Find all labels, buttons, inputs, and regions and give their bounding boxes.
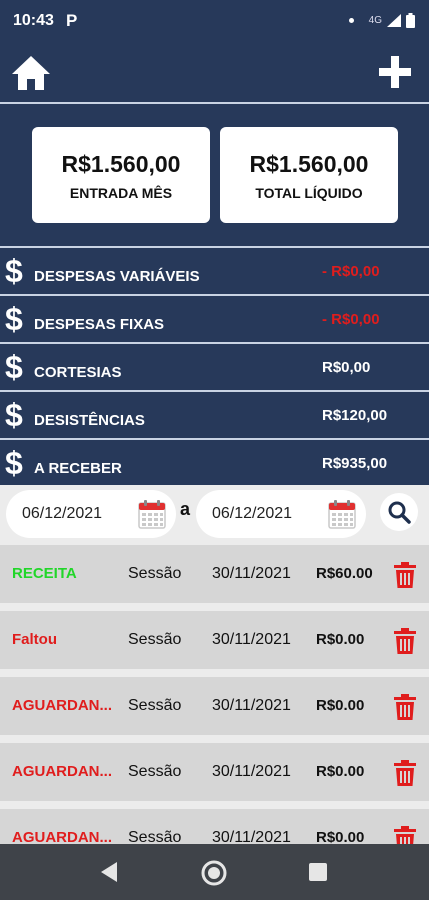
transaction-type: Faltou (12, 631, 57, 648)
transaction-date: 30/11/2021 (212, 763, 291, 780)
calendar-icon[interactable] (328, 499, 356, 529)
transaction-amount: R$0.00 (316, 697, 365, 714)
summary-value: R$935,00 (322, 455, 388, 472)
net-total-label: TOTAL LÍQUIDO (255, 185, 363, 201)
summary-row-receivable[interactable]: $ A RECEBER R$935,00 (0, 438, 429, 486)
transaction-service: Sessão (128, 763, 182, 780)
net-total-card: R$1.560,00 TOTAL LÍQUIDO (220, 127, 398, 223)
summary-value: - R$0,00 (322, 311, 380, 328)
circle-home-icon[interactable] (201, 860, 227, 886)
status-time: 10:43 (13, 12, 54, 29)
trash-icon[interactable] (394, 760, 416, 786)
monthly-income-card: R$1.560,00 ENTRADA MÊS (32, 127, 210, 223)
transactions-list: RECEITA Sessão 30/11/2021 R$60.00 Faltou… (0, 541, 429, 844)
transaction-amount: R$0.00 (316, 829, 365, 844)
summary-label: CORTESIAS (34, 364, 122, 381)
end-date-value: 06/12/2021 (212, 505, 293, 522)
summary-row-cancellations[interactable]: $ DESISTÊNCIAS R$120,00 (0, 390, 429, 438)
start-date-value: 06/12/2021 (22, 505, 103, 522)
summary-value: - R$0,00 (322, 263, 380, 280)
transaction-date: 30/11/2021 (212, 829, 291, 844)
calendar-icon[interactable] (138, 499, 166, 529)
trash-icon[interactable] (394, 826, 416, 844)
notification-dot-icon (348, 18, 354, 23)
summary-row-courtesies[interactable]: $ CORTESIAS R$0,00 (0, 342, 429, 390)
notification-p-icon: P (66, 11, 78, 30)
transaction-date: 30/11/2021 (212, 697, 291, 714)
dollar-icon: $ (5, 301, 23, 337)
summary-list: $ DESPESAS VARIÁVEIS - R$0,00 $ DESPESAS… (0, 246, 429, 486)
status-bar: 10:43 P 4G (0, 0, 429, 44)
summary-label: DESPESAS FIXAS (34, 316, 165, 333)
transaction-type: AGUARDAN... (12, 697, 112, 714)
transaction-amount: R$60.00 (316, 565, 373, 582)
transaction-date: 30/11/2021 (212, 565, 291, 582)
transaction-service: Sessão (128, 565, 182, 582)
summary-row-fixed-expenses[interactable]: $ DESPESAS FIXAS - R$0,00 (0, 294, 429, 342)
transaction-service: Sessão (128, 697, 182, 714)
transaction-service: Sessão (128, 631, 182, 648)
network-type: 4G (368, 15, 382, 26)
transaction-date: 30/11/2021 (212, 631, 291, 648)
dollar-icon: $ (5, 445, 23, 481)
battery-icon (406, 13, 415, 28)
summary-label: A RECEBER (34, 460, 122, 477)
summary-label: DESPESAS VARIÁVEIS (34, 268, 200, 285)
summary-value: R$120,00 (322, 407, 388, 424)
transaction-type: AGUARDAN... (12, 829, 112, 844)
status-indicators: 4G (348, 13, 415, 28)
list-item[interactable]: AGUARDAN... Sessão 30/11/2021 R$0.00 (0, 743, 429, 801)
dollar-icon: $ (5, 349, 23, 385)
home-icon[interactable] (12, 55, 50, 91)
transaction-service: Sessão (128, 829, 182, 844)
trash-icon[interactable] (394, 694, 416, 720)
search-button[interactable] (380, 493, 418, 531)
transaction-amount: R$0.00 (316, 763, 365, 780)
header-divider (0, 102, 429, 104)
summary-label: DESISTÊNCIAS (34, 412, 145, 429)
net-total-value: R$1.560,00 (249, 151, 369, 177)
list-item[interactable]: AGUARDAN... Sessão 30/11/2021 R$0.00 (0, 809, 429, 844)
plus-icon[interactable] (379, 56, 411, 88)
dollar-icon: $ (5, 397, 23, 433)
back-icon[interactable] (99, 861, 119, 883)
dollar-icon: $ (5, 253, 23, 289)
trash-icon[interactable] (394, 562, 416, 588)
list-item[interactable]: RECEITA Sessão 30/11/2021 R$60.00 (0, 545, 429, 603)
transaction-amount: R$0.00 (316, 631, 365, 648)
transaction-type: RECEITA (12, 565, 77, 582)
list-item[interactable]: AGUARDAN... Sessão 30/11/2021 R$0.00 (0, 677, 429, 735)
summary-row-variable-expenses[interactable]: $ DESPESAS VARIÁVEIS - R$0,00 (0, 246, 429, 294)
date-range-separator: a (180, 499, 191, 519)
signal-icon (387, 14, 401, 27)
summary-value: R$0,00 (322, 359, 371, 376)
search-icon (388, 501, 411, 524)
transaction-type: AGUARDAN... (12, 763, 112, 780)
start-date-field[interactable]: 06/12/2021 (6, 490, 176, 538)
recents-icon[interactable] (309, 863, 327, 881)
system-navigation-bar (0, 844, 429, 900)
trash-icon[interactable] (394, 628, 416, 654)
end-date-field[interactable]: 06/12/2021 (196, 490, 366, 538)
monthly-income-label: ENTRADA MÊS (69, 185, 173, 201)
date-filter-bar: 06/12/2021 a 06/12/2021 (0, 485, 429, 541)
top-toolbar (0, 44, 429, 102)
list-item[interactable]: Faltou Sessão 30/11/2021 R$0.00 (0, 611, 429, 669)
monthly-income-value: R$1.560,00 (61, 151, 181, 177)
